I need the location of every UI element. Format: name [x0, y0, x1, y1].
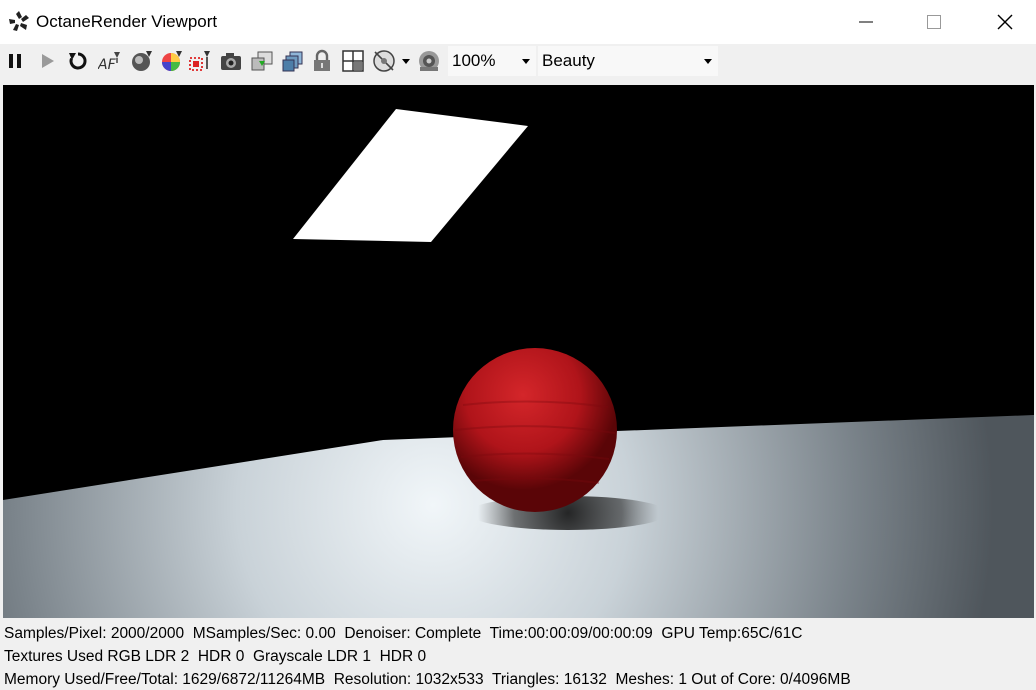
window-title: OctaneRender Viewport — [36, 12, 218, 31]
octane-viewport-window: OctaneRender Viewport AF 100% Beauty Sam… — [0, 0, 1036, 690]
options-dropdown-icon[interactable] — [398, 48, 414, 74]
render-viewport[interactable] — [3, 85, 1034, 618]
pause-icon[interactable] — [3, 48, 27, 74]
minimize-button[interactable] — [831, 0, 901, 44]
viewport-toolbar: AF 100% Beauty — [0, 44, 1036, 78]
camera-icon[interactable] — [219, 48, 243, 74]
material-picker-icon[interactable] — [130, 48, 154, 74]
autofocus-icon[interactable]: AF — [98, 48, 122, 74]
restart-icon[interactable] — [66, 48, 90, 74]
play-icon[interactable] — [35, 48, 59, 74]
zoom-value: 100% — [452, 51, 496, 70]
render-pass-value: Beauty — [542, 51, 595, 70]
zoom-select[interactable]: 100% — [448, 46, 536, 76]
maximize-button[interactable] — [899, 0, 969, 44]
lock-icon[interactable] — [310, 48, 334, 74]
title-bar: OctaneRender Viewport — [0, 0, 1036, 44]
region-render-icon[interactable] — [188, 48, 212, 74]
import-icon[interactable] — [250, 48, 274, 74]
layers-icon[interactable] — [281, 48, 305, 74]
options-icon[interactable] — [372, 48, 396, 74]
settings-icon[interactable] — [417, 48, 441, 74]
status-line-render-stats: Samples/Pixel: 2000/2000 MSamples/Sec: 0… — [4, 625, 803, 642]
status-line-textures: Textures Used RGB LDR 2 HDR 0 Grayscale … — [4, 648, 427, 665]
status-line-memory: Memory Used/Free/Total: 1629/6872/11264M… — [4, 671, 851, 688]
svg-text:AF: AF — [98, 57, 117, 73]
octane-logo-icon — [7, 9, 31, 33]
chevron-down-icon — [522, 59, 530, 64]
color-picker-icon[interactable] — [160, 48, 184, 74]
grid-icon[interactable] — [341, 48, 365, 74]
render-pass-select[interactable]: Beauty — [538, 46, 718, 76]
close-button[interactable] — [970, 0, 1036, 44]
chevron-down-icon — [704, 59, 712, 64]
